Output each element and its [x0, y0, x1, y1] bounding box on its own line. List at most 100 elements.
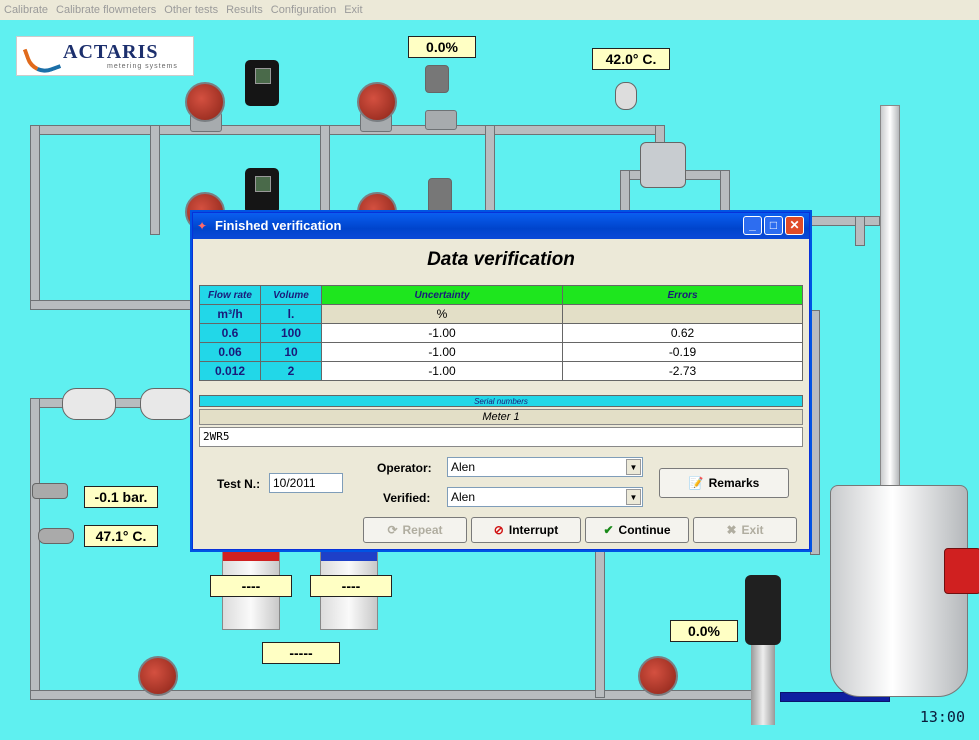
pipe [720, 170, 730, 215]
verified-label: Verified: [383, 491, 431, 505]
logo-mark [22, 39, 62, 79]
meter-screen [255, 68, 271, 84]
finished-verification-dialog: ✦ Finished verification _ □ ✕ Data verif… [192, 212, 810, 550]
chevron-down-icon[interactable]: ▼ [626, 489, 641, 505]
dialog-titlebar[interactable]: ✦ Finished verification _ □ ✕ [193, 213, 809, 239]
pipe [30, 125, 40, 310]
repeat-button[interactable]: ⟳ Repeat [363, 517, 467, 543]
cell-uncertainty: -1.00 [321, 361, 563, 381]
stop-icon: ⊘ [493, 523, 504, 537]
pipe [810, 216, 880, 226]
regulating-valve-icon[interactable] [425, 65, 449, 93]
table-row: 0.012 2 -1.00 -2.73 [199, 361, 803, 381]
menu-other-tests[interactable]: Other tests [160, 0, 222, 20]
cabinet-1-readout: ---- [210, 575, 292, 597]
unit-errors [562, 304, 803, 324]
checkmark-icon: ✔ [603, 523, 614, 537]
cabinet-lid [223, 549, 279, 561]
cell-flow: 0.6 [199, 323, 261, 343]
menu-exit[interactable]: Exit [340, 0, 366, 20]
pressure-readout: -0.1 bar. [84, 486, 158, 508]
operator-label: Operator: [377, 461, 432, 475]
pipe [30, 125, 665, 135]
table-row: 0.6 100 -1.00 0.62 [199, 323, 803, 343]
col-errors: Errors [562, 285, 803, 305]
menu-bar: Calibrate Calibrate flowmeters Other tests… [0, 0, 979, 20]
pipe [30, 300, 195, 310]
unit-uncertainty: % [321, 304, 563, 324]
verified-select[interactable]: Alen ▼ [447, 487, 643, 507]
operator-select[interactable]: Alen ▼ [447, 457, 643, 477]
cell-volume: 100 [260, 323, 322, 343]
pump-icon [745, 575, 781, 725]
motor-icon [944, 548, 979, 594]
operator-value: Alen [451, 460, 476, 474]
flowmeter-icon [245, 168, 279, 214]
verified-value: Alen [451, 490, 476, 504]
logo-name: ACTARIS [63, 41, 159, 63]
valve-opening-readout: 0.0% [408, 36, 476, 58]
menu-calibrate-flowmeters[interactable]: Calibrate flowmeters [52, 0, 160, 20]
cell-uncertainty: -1.00 [321, 323, 563, 343]
logo-tagline: metering systems [107, 63, 178, 70]
table-row: 0.06 10 -1.00 -0.19 [199, 342, 803, 362]
verification-table: Flow rate Volume Uncertainty Errors m³/h… [199, 285, 803, 381]
repeat-icon: ⟳ [387, 523, 398, 537]
maximize-button[interactable]: □ [764, 216, 783, 235]
unit-flow-rate: m³/h [199, 304, 261, 324]
dialog-title: Finished verification [215, 218, 342, 233]
valve-icon[interactable] [138, 656, 178, 696]
exit-button[interactable]: ✖ Exit [693, 517, 797, 543]
repeat-label: Repeat [402, 523, 443, 537]
valve-icon[interactable] [185, 82, 225, 122]
menu-calibrate[interactable]: Calibrate [0, 0, 52, 20]
pressure-sensor-icon [32, 483, 68, 499]
meter-1-header: Meter 1 [199, 409, 803, 425]
serial-number-input[interactable]: 2WR5 [199, 427, 803, 447]
filter-icon [640, 142, 686, 188]
valve-icon[interactable] [357, 82, 397, 122]
menu-configuration[interactable]: Configuration [267, 0, 340, 20]
water-meter-icon [140, 388, 194, 420]
continue-label: Continue [618, 523, 671, 537]
valve-icon[interactable] [638, 656, 678, 696]
col-uncertainty: Uncertainty [321, 285, 563, 305]
pipe [595, 548, 605, 698]
close-button[interactable]: ✕ [785, 216, 804, 235]
temperature-sensor-icon [38, 528, 74, 544]
cabinet-bottom-readout: ----- [262, 642, 340, 664]
regulating-valve-body [425, 110, 457, 130]
regulating-valve-icon[interactable] [428, 178, 452, 216]
col-volume: Volume [260, 285, 322, 305]
test-number-label: Test N.: [217, 477, 261, 491]
pipe [810, 310, 820, 555]
continue-button[interactable]: ✔ Continue [585, 517, 689, 543]
test-number-input[interactable]: 10/2011 [269, 473, 343, 493]
thermometer-icon [615, 82, 637, 110]
interrupt-button[interactable]: ⊘ Interrupt [471, 517, 581, 543]
pump-readout: 0.0% [670, 620, 738, 642]
cell-uncertainty: -1.00 [321, 342, 563, 362]
serial-numbers-header: Serial numbers [199, 395, 803, 407]
cell-error: 0.62 [562, 323, 803, 343]
temperature-readout-left: 47.1° C. [84, 525, 158, 547]
table-units-row: m³/h l. % [199, 304, 803, 324]
exit-label: Exit [741, 523, 764, 537]
menu-results[interactable]: Results [222, 0, 267, 20]
exit-icon: ✖ [726, 523, 737, 537]
pump-motor [745, 575, 781, 645]
chevron-down-icon[interactable]: ▼ [626, 459, 641, 475]
table-header-row: Flow rate Volume Uncertainty Errors [199, 285, 803, 305]
cell-flow: 0.06 [199, 342, 261, 362]
minimize-button[interactable]: _ [743, 216, 762, 235]
pipe [30, 398, 40, 700]
temperature-readout-top: 42.0° C. [592, 48, 670, 70]
unit-volume: l. [260, 304, 322, 324]
cell-volume: 2 [260, 361, 322, 381]
cabinet-2-readout: ---- [310, 575, 392, 597]
column-icon [880, 105, 900, 487]
remarks-button[interactable]: 📝 Remarks [659, 468, 789, 498]
app-icon: ✦ [197, 219, 208, 233]
cell-flow: 0.012 [199, 361, 261, 381]
cell-volume: 10 [260, 342, 322, 362]
